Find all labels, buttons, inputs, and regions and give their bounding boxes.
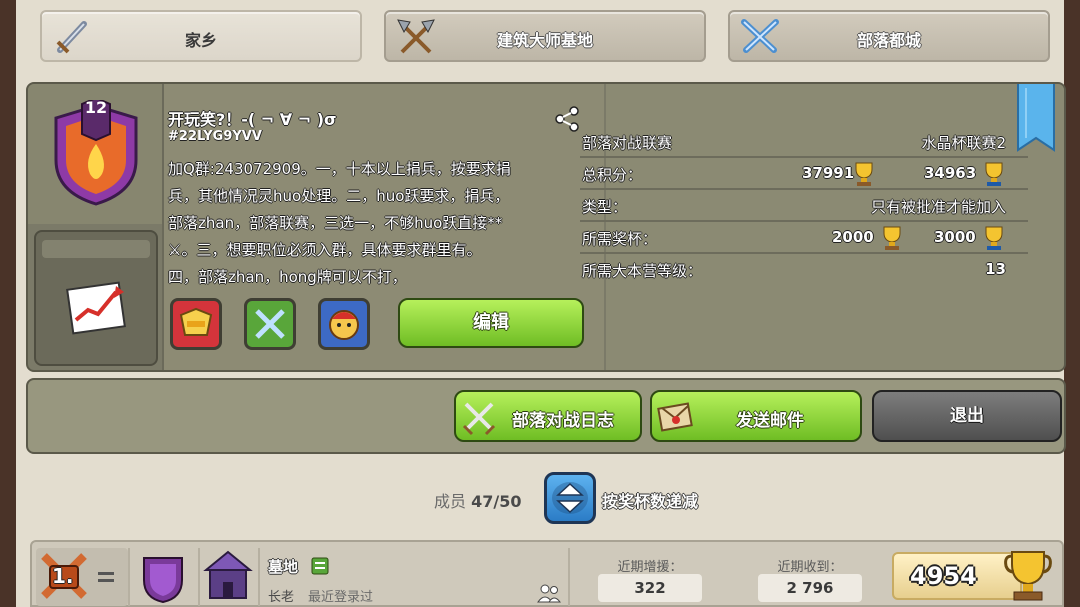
town-hall-icon (203, 550, 253, 599)
character-face-icon (329, 310, 359, 340)
war-log-button[interactable]: 部落对战日志 (454, 390, 642, 442)
trophy-icon (883, 226, 901, 250)
required-th-label: 所需大本营等级： (582, 262, 703, 280)
friends-icon (537, 584, 562, 603)
description-line: 兵，其他情况灵huo处理。二，huo跃要求，捐兵， (168, 187, 510, 205)
chart-trend-icon (66, 281, 126, 335)
description-line: ⚔。三，想要职位必须入群，具体要求群里有。 (168, 241, 482, 259)
total-points-builder: 34963 (924, 164, 977, 182)
member-name: 墓地 (268, 558, 299, 576)
clan-type-label: 类型： (582, 198, 628, 216)
tab-home[interactable]: 家乡 (40, 10, 362, 62)
notes-icon (311, 557, 329, 575)
tab-label: 建筑大师基地 (496, 31, 593, 50)
members-count: 成员 47/50 (434, 488, 521, 512)
donated-label: 近期增援： (617, 560, 683, 575)
league-crest-icon (179, 307, 213, 336)
tab-label: 部落都城 (856, 31, 921, 50)
required-trophies-home: 2000 (832, 228, 874, 246)
rank-unchanged-icon (98, 572, 114, 582)
member-last-login: 最近登录过 (308, 590, 374, 605)
legend-league-icon (143, 557, 183, 604)
mail-icon (657, 402, 693, 432)
description-line: 四，部落zhan，hong牌可以不打， (168, 268, 407, 286)
members-count-value: 47/50 (471, 492, 522, 511)
right-border (1064, 0, 1080, 607)
member-trophies: 4954 (910, 562, 977, 590)
divider (258, 548, 260, 606)
crossed-swords-icon (462, 402, 496, 436)
total-points-label: 总积分： (582, 166, 643, 184)
sort-arrows-icon (552, 482, 588, 514)
tab-label: 家乡 (184, 31, 217, 50)
clan-tag: #22LYG9YVV (168, 129, 262, 144)
war-league-row: 部落对战联赛 水晶杯联赛2 (580, 126, 1028, 158)
description-line: 加Q群:243072909。一，十本以上捐兵，按要求捐 (168, 160, 511, 178)
total-points-row: 总积分： 37991 34963 (580, 158, 1028, 190)
tab-clan-capital[interactable]: 部落都城 (728, 10, 1050, 62)
send-mail-label: 发送邮件 (736, 411, 804, 431)
stats-bar (42, 240, 150, 258)
war-swords-icon (255, 309, 285, 339)
war-league-label: 部落对战联赛 (582, 134, 673, 152)
send-mail-button[interactable]: 发送邮件 (650, 390, 862, 442)
received-label: 近期收到： (777, 560, 843, 575)
total-points-home: 37991 (802, 164, 855, 182)
clan-description: 加Q群:243072909。一，十本以上捐兵，按要求捐 兵，其他情况灵huo处理… (168, 156, 578, 291)
received-value: 2 796 (758, 574, 862, 602)
description-line: 部落zhan，部落联赛，三选一，不够huo跃直接** (168, 214, 503, 232)
clan-games-badge-button[interactable] (318, 298, 370, 350)
share-icon[interactable] (552, 104, 582, 134)
war-league-value: 水晶杯联赛2 (921, 134, 1006, 152)
trophy-icon (855, 162, 873, 186)
clan-type-value: 只有被批准才能加入 (870, 198, 1006, 216)
required-trophies-builder: 3000 (934, 228, 976, 246)
tab-builder-base[interactable]: 建筑大师基地 (384, 10, 706, 62)
clan-level-badge: 12 (84, 98, 108, 117)
member-row[interactable]: 1. 墓地 长老 最近登录过 近期增援： 322 近期收到： 2 796 495… (30, 540, 1064, 607)
clan-league-badge-button[interactable] (170, 298, 222, 350)
trophy-icon (1004, 551, 1052, 601)
required-trophies-label: 所需奖杯： (582, 230, 658, 248)
member-rank: 1. (52, 564, 74, 588)
member-role: 长老 (268, 590, 295, 605)
clan-name: 开玩笑?！-( ¬ ∀ ¬ )σ (168, 110, 337, 129)
clan-stats-button[interactable] (34, 230, 158, 366)
leave-clan-button[interactable]: 退出 (872, 390, 1062, 442)
war-log-label: 部落对战日志 (512, 411, 614, 431)
donated-value: 322 (598, 574, 702, 602)
clan-type-row: 类型： 只有被批准才能加入 (580, 190, 1028, 222)
required-trophies-row: 所需奖杯： 2000 3000 (580, 222, 1028, 254)
builder-trophy-icon (985, 226, 1003, 250)
required-th-value: 13 (985, 260, 1006, 278)
sort-order-label: 按奖杯数递减 (602, 492, 699, 511)
members-count-label: 成员 (434, 492, 467, 511)
edit-clan-button[interactable]: 编辑 (398, 298, 584, 348)
sort-order-button[interactable] (544, 472, 596, 524)
action-bar: 部落对战日志 发送邮件 退出 (26, 378, 1066, 454)
builder-trophy-icon (985, 162, 1003, 186)
clan-war-badge-button[interactable] (244, 298, 296, 350)
left-border (0, 0, 16, 607)
required-th-row: 所需大本营等级： 13 (580, 254, 1028, 286)
